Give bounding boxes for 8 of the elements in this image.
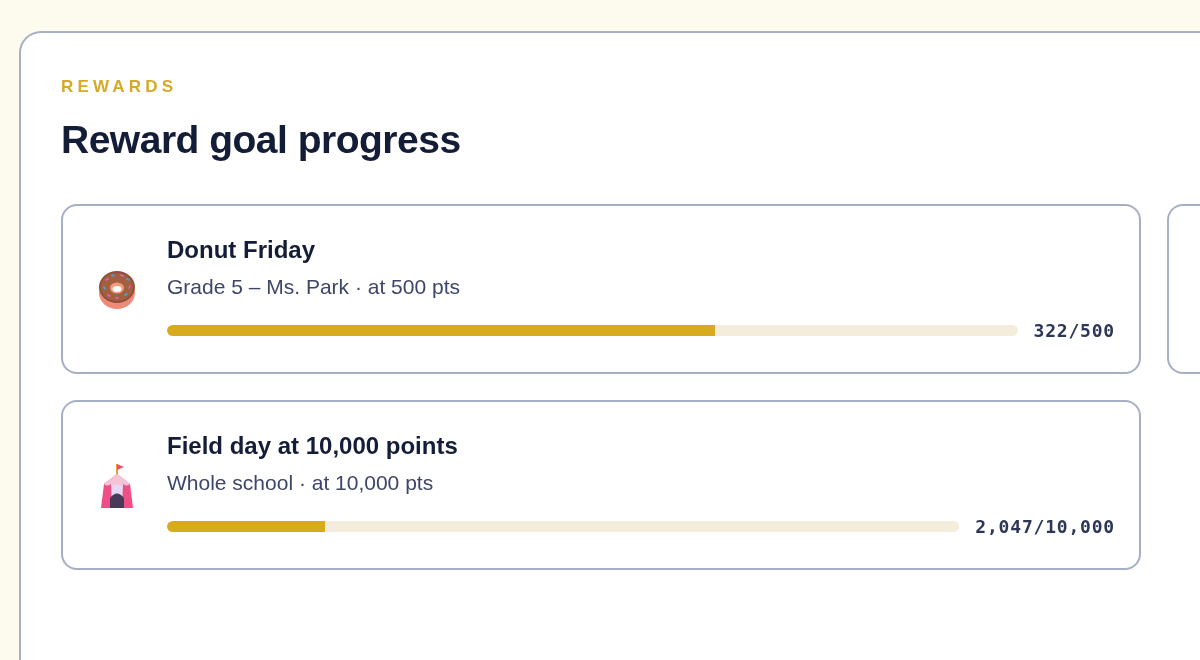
progress-reading: 2,047/10,000	[975, 514, 1115, 539]
goal-title: Donut Friday	[167, 234, 316, 265]
goal-subtitle: Whole school · at 10,000 pts	[167, 469, 435, 496]
goal-title: Field day at 10,000 points	[167, 430, 459, 461]
progress-reading: 322/500	[1033, 318, 1115, 343]
section-title: Reward goal progress	[61, 117, 462, 163]
goal-subtitle: Grade 5 – Ms. Park · at 500 pts	[167, 273, 461, 300]
section-eyebrow: REWARDS	[61, 77, 179, 97]
